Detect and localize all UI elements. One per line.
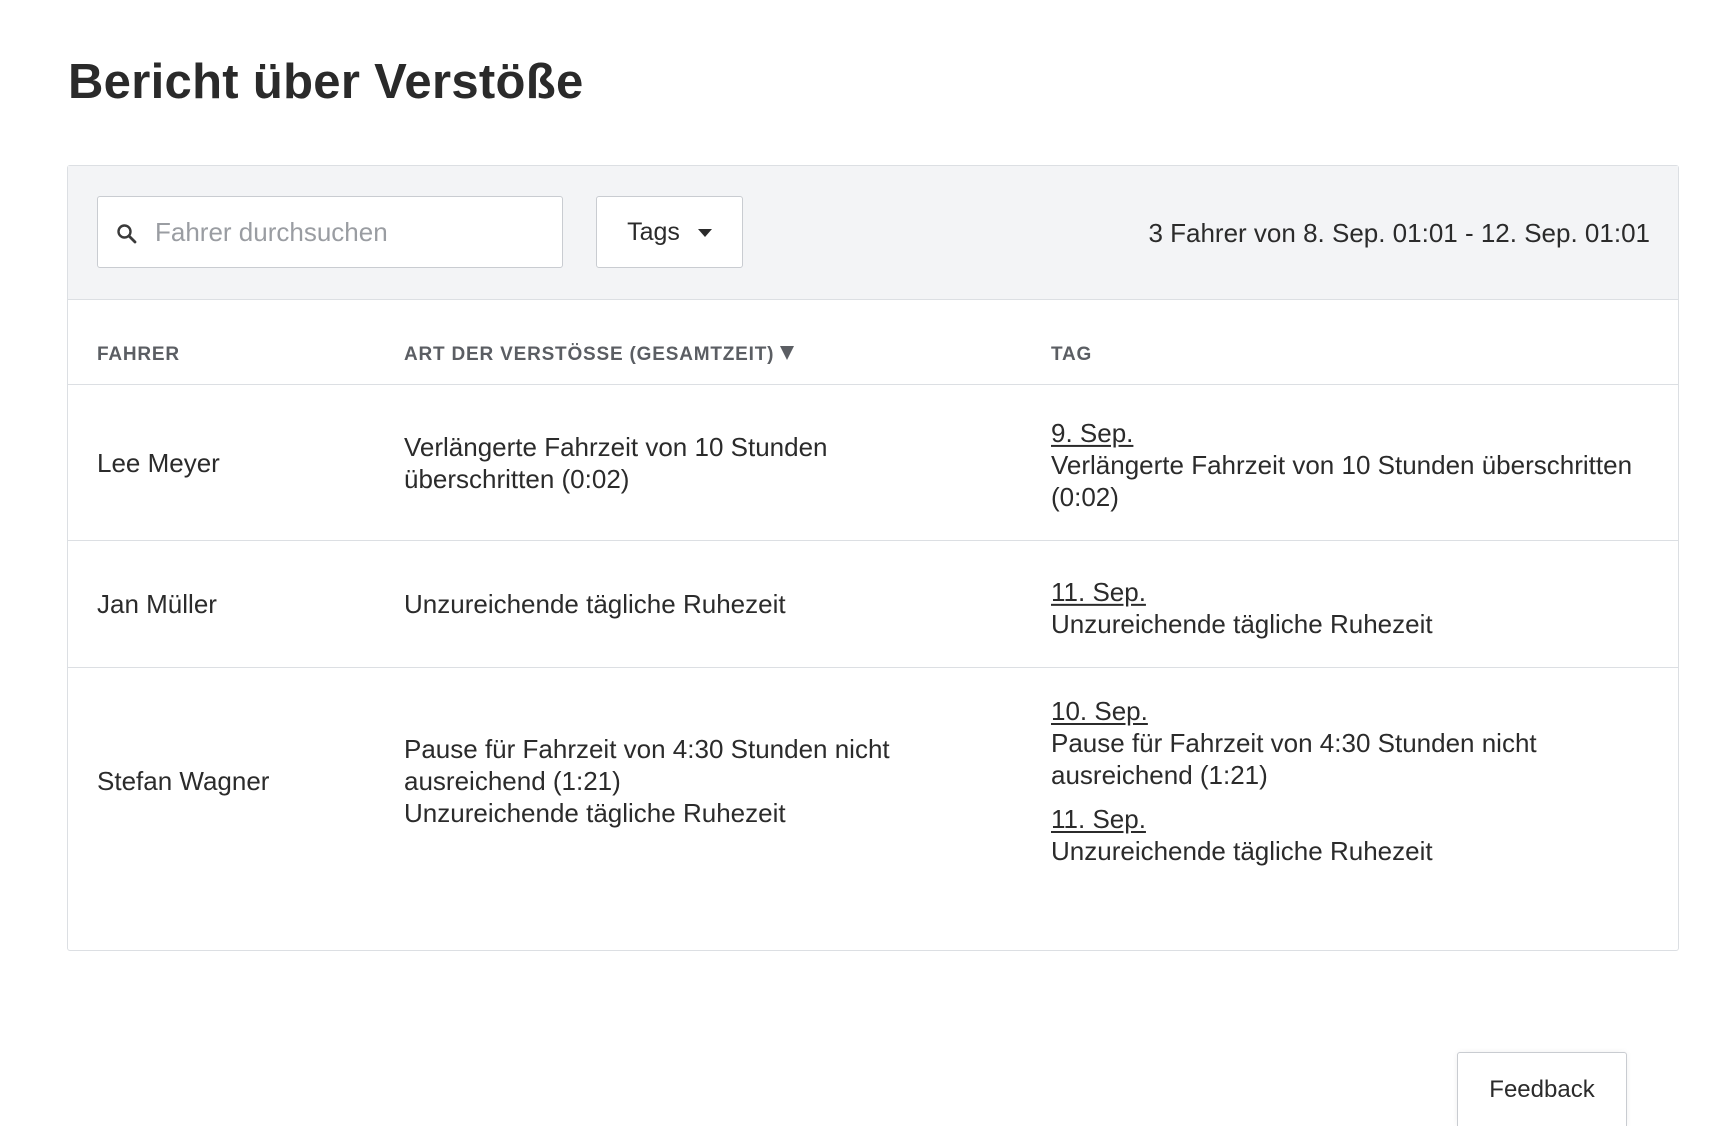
driver-name: Lee Meyer: [97, 447, 220, 478]
driver-name: Jan Müller: [97, 589, 217, 619]
tags-label: Tags: [627, 217, 680, 246]
caret-down-icon: [697, 229, 712, 237]
table-row: Lee Meyer Verlängerte Fahrzeit von 10 St…: [68, 385, 1678, 541]
day-violation-text: Unzureichende tägliche Ruhezeit: [1051, 608, 1433, 639]
day-violation-text: Unzureichende tägliche Ruhezeit: [1051, 836, 1433, 866]
page-title: Bericht über Verstöße: [68, 55, 584, 109]
violation-type: Unzureichende tägliche Ruhezeit: [404, 589, 786, 619]
table-header: FAHRER ART DER VERSTÖSSE (GESAMTZEIT) TA…: [68, 300, 1678, 385]
search-input[interactable]: [153, 215, 537, 249]
feedback-button[interactable]: Feedback: [1457, 1052, 1627, 1126]
violations-report-page: Bericht über Verstöße Tags 3 Fahrer von …: [0, 0, 1728, 1126]
violation-types: Unzureichende tägliche Ruhezeit: [404, 588, 974, 620]
violation-days: 9. Sep. Verlängerte Fahrzeit von 10 Stun…: [1051, 416, 1641, 512]
violation-types: Pause für Fahrzeit von 4:30 Stunden nich…: [404, 733, 974, 829]
search-icon: [117, 224, 137, 244]
table-row: Stefan Wagner Pause für Fahrzeit von 4:3…: [68, 668, 1678, 894]
tags-dropdown-button[interactable]: Tags: [596, 196, 743, 268]
column-header-violation-type-label: ART DER VERSTÖSSE (GESAMTZEIT): [404, 344, 775, 365]
violation-type: Verlängerte Fahrzeit von 10 Stunden über…: [404, 431, 828, 494]
day-entry: 11. Sep. Unzureichende tägliche Ruhezeit: [1051, 803, 1641, 867]
day-violation-text: Verlängerte Fahrzeit von 10 Stunden über…: [1051, 449, 1633, 512]
violation-days: 10. Sep. Pause für Fahrzeit von 4:30 Stu…: [1051, 695, 1641, 867]
violation-type: Unzureichende tägliche Ruhezeit: [404, 798, 786, 828]
column-header-violation-type[interactable]: ART DER VERSTÖSSE (GESAMTZEIT): [404, 344, 795, 366]
day-entry: 11. Sep. Unzureichende tägliche Ruhezeit: [1051, 576, 1641, 640]
day-entry: 9. Sep. Verlängerte Fahrzeit von 10 Stun…: [1051, 416, 1641, 512]
toolbar: Tags 3 Fahrer von 8. Sep. 01:01 - 12. Se…: [68, 166, 1678, 300]
violation-types: Verlängerte Fahrzeit von 10 Stunden über…: [404, 431, 974, 495]
report-panel: Tags 3 Fahrer von 8. Sep. 01:01 - 12. Se…: [67, 165, 1679, 951]
day-link[interactable]: 9. Sep.: [1051, 417, 1133, 447]
day-violation-text: Pause für Fahrzeit von 4:30 Stunden nich…: [1051, 728, 1537, 790]
column-header-day[interactable]: TAG: [1051, 344, 1092, 366]
day-link[interactable]: 10. Sep.: [1051, 696, 1148, 726]
search-box[interactable]: [97, 196, 563, 268]
driver-name: Stefan Wagner: [97, 766, 270, 796]
day-link[interactable]: 11. Sep.: [1051, 804, 1146, 834]
day-entry: 10. Sep. Pause für Fahrzeit von 4:30 Stu…: [1051, 695, 1641, 791]
violation-days: 11. Sep. Unzureichende tägliche Ruhezeit: [1051, 576, 1641, 640]
day-link[interactable]: 11. Sep.: [1051, 577, 1146, 607]
violation-type: Pause für Fahrzeit von 4:30 Stunden nich…: [404, 734, 890, 796]
report-summary: 3 Fahrer von 8. Sep. 01:01 - 12. Sep. 01…: [1148, 218, 1650, 248]
table-row: Jan Müller Unzureichende tägliche Ruheze…: [68, 541, 1678, 668]
violations-table: FAHRER ART DER VERSTÖSSE (GESAMTZEIT) TA…: [68, 300, 1678, 894]
sort-desc-icon: [780, 346, 795, 360]
column-header-driver[interactable]: FAHRER: [97, 344, 180, 366]
